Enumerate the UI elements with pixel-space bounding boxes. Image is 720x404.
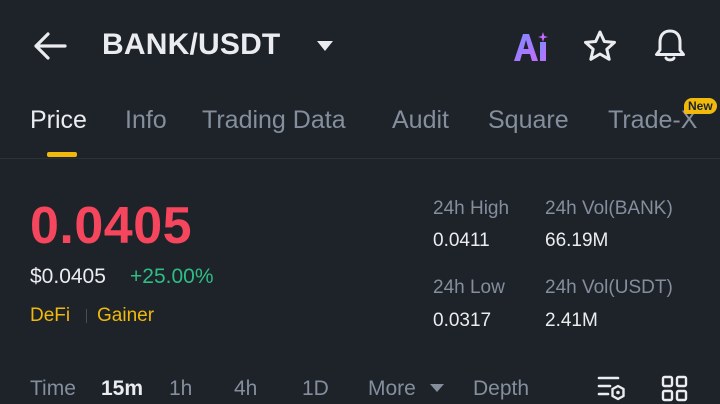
low-value: 0.0317 <box>433 310 492 331</box>
pair-title[interactable]: BANK/USDT <box>102 28 280 62</box>
star-icon[interactable] <box>582 29 618 63</box>
tag-separator <box>86 309 87 323</box>
caret-down-icon[interactable] <box>316 40 334 52</box>
ai-assistant-icon[interactable] <box>512 30 552 64</box>
tab-info[interactable]: Info <box>125 106 167 135</box>
timeframe-15m[interactable]: 15m <box>101 377 143 401</box>
last-price: 0.0405 <box>30 197 193 255</box>
tab-audit[interactable]: Audit <box>392 106 449 135</box>
vol-quote-value: 2.41M <box>545 310 598 331</box>
vol-base-label: 24h Vol(BANK) <box>545 198 673 219</box>
timeframe-1h[interactable]: 1h <box>169 377 192 401</box>
timeframe-1d[interactable]: 1D <box>302 377 329 401</box>
high-value: 0.0411 <box>433 230 490 251</box>
depth-tab[interactable]: Depth <box>473 377 529 401</box>
tabs-divider <box>0 158 720 159</box>
layout-grid-icon[interactable] <box>660 374 690 404</box>
back-arrow-icon[interactable] <box>32 31 68 61</box>
indicator-settings-icon[interactable] <box>596 374 628 404</box>
timeframe-more[interactable]: More <box>368 377 416 401</box>
tab-price[interactable]: Price <box>30 106 87 135</box>
tag-defi[interactable]: DeFi <box>30 305 70 327</box>
timeframe-time[interactable]: Time <box>30 377 76 401</box>
usd-price: $0.0405 <box>30 265 106 288</box>
new-badge: New <box>684 98 717 114</box>
low-label: 24h Low <box>433 277 505 298</box>
active-tab-indicator <box>47 152 77 157</box>
tab-square[interactable]: Square <box>488 106 569 135</box>
tab-trading-data[interactable]: Trading Data <box>202 106 346 135</box>
high-label: 24h High <box>433 198 510 219</box>
vol-base-value: 66.19M <box>545 230 609 251</box>
more-caret-down-icon[interactable] <box>429 383 445 393</box>
bell-icon[interactable] <box>652 27 688 63</box>
vol-quote-label: 24h Vol(USDT) <box>545 277 673 298</box>
tag-gainer[interactable]: Gainer <box>97 305 154 327</box>
price-change-percent: +25.00% <box>130 265 214 288</box>
timeframe-4h[interactable]: 4h <box>234 377 257 401</box>
